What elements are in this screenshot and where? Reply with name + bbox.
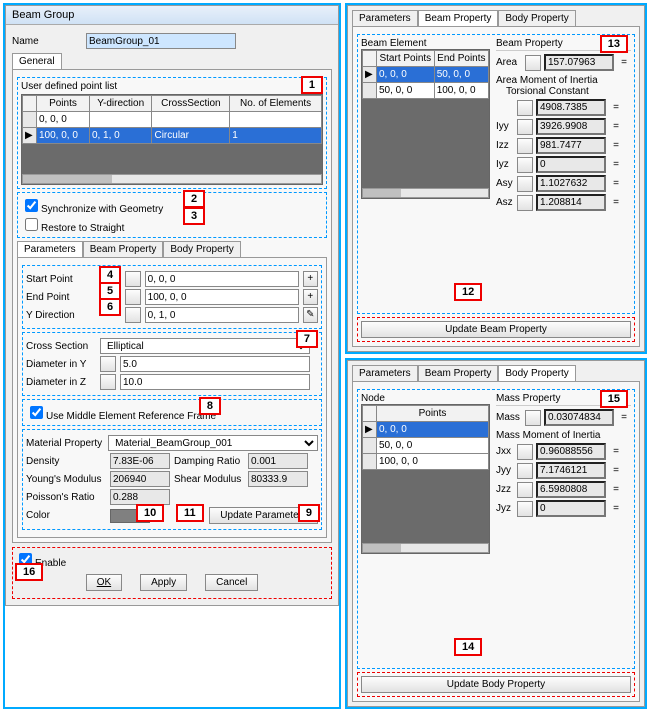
node-grid[interactable]: Points ▶0, 0, 0 50, 0, 0 100, 0, 0: [362, 405, 489, 470]
dia-z-input[interactable]: [120, 374, 310, 390]
table-row: ▶0, 0, 0: [363, 422, 489, 438]
callout-10: 10: [136, 504, 164, 522]
tab-beam-property[interactable]: Beam Property: [418, 10, 499, 26]
ok-button[interactable]: OK: [86, 574, 122, 591]
table-row: ▶0, 0, 050, 0, 0: [363, 67, 489, 83]
callout-2: 2: [183, 190, 205, 208]
young-input: [110, 471, 170, 487]
edit-icon[interactable]: ✎: [303, 307, 318, 323]
tab-body-property[interactable]: Body Property: [498, 10, 575, 26]
sync-checkbox[interactable]: Synchronize with Geometry: [21, 204, 163, 215]
callout-16: 16: [15, 563, 43, 581]
tab-parameters[interactable]: Parameters: [352, 10, 418, 26]
shear-label: Shear Modulus: [174, 474, 244, 485]
damping-label: Damping Ratio: [174, 456, 244, 467]
ydir-input[interactable]: [145, 307, 299, 323]
tab-beam-property[interactable]: Beam Property: [83, 241, 164, 257]
tab-general[interactable]: General: [12, 53, 62, 69]
tab-beam-property[interactable]: Beam Property: [418, 365, 499, 381]
start-point-input[interactable]: [145, 271, 299, 287]
dia-z-label: Diameter in Z: [26, 377, 96, 388]
picker-icon[interactable]: [125, 271, 140, 287]
apply-button[interactable]: Apply: [140, 574, 187, 591]
beam-element-grid[interactable]: Start PointsEnd Points ▶0, 0, 050, 0, 0 …: [362, 50, 489, 99]
callout-7: 7: [296, 330, 318, 348]
plus-icon[interactable]: +: [303, 289, 318, 305]
shear-input: [248, 471, 308, 487]
cross-section-label: Cross Section: [26, 341, 96, 352]
ami-label: Area Moment of Inertia: [496, 75, 631, 86]
callout-13: 13: [600, 35, 628, 53]
mass-label: Mass: [496, 412, 522, 423]
tab-body-property[interactable]: Body Property: [163, 241, 240, 257]
table-row: 50, 0, 0100, 0, 0: [363, 83, 489, 99]
density-label: Density: [26, 456, 106, 467]
material-label: Material Property: [26, 438, 104, 449]
table-row: ▶100, 0, 00, 1, 0Circular1: [23, 128, 322, 144]
cross-section-select[interactable]: Elliptical: [100, 338, 310, 354]
point-grid[interactable]: Points Y-direction CrossSection No. of E…: [22, 95, 322, 144]
callout-8: 8: [199, 397, 221, 415]
cancel-button[interactable]: Cancel: [205, 574, 258, 591]
young-label: Young's Modulus: [26, 474, 106, 485]
table-row: 50, 0, 0: [363, 438, 489, 454]
ydir-label: Y Direction: [26, 310, 93, 321]
picker-icon[interactable]: [517, 100, 533, 116]
damping-input: [248, 453, 308, 469]
mass-input: [544, 409, 614, 426]
tab-body-property[interactable]: Body Property: [498, 365, 575, 381]
plus-icon[interactable]: +: [303, 271, 318, 287]
picker-icon[interactable]: [100, 374, 116, 390]
picker-icon[interactable]: [525, 55, 541, 71]
picker-icon[interactable]: [100, 356, 116, 372]
name-label: Name: [12, 36, 82, 47]
tors-input: [536, 99, 606, 116]
callout-9: 9: [298, 504, 320, 522]
mmoi-label: Mass Moment of Inertia: [496, 430, 631, 441]
picker-icon[interactable]: [125, 307, 140, 323]
area-input: [544, 54, 614, 71]
end-point-label: End Point: [26, 292, 93, 303]
color-label: Color: [26, 510, 106, 521]
dialog-title: Beam Group: [6, 6, 338, 25]
callout-3: 3: [183, 207, 205, 225]
dia-y-input[interactable]: [120, 356, 310, 372]
callout-6: 6: [99, 298, 121, 316]
poisson-input: [110, 489, 170, 505]
callout-11: 11: [176, 504, 204, 522]
dia-y-label: Diameter in Y: [26, 359, 96, 370]
restore-checkbox[interactable]: Restore to Straight: [21, 223, 124, 234]
hscroll[interactable]: [362, 188, 489, 198]
beam-element-label: Beam Element: [361, 38, 490, 49]
table-row: 100, 0, 0: [363, 454, 489, 470]
callout-1: 1: [301, 76, 323, 94]
density-input: [110, 453, 170, 469]
area-label: Area: [496, 57, 522, 68]
update-beam-button[interactable]: Update Beam Property: [361, 321, 631, 338]
tab-parameters[interactable]: Parameters: [17, 241, 83, 257]
hscroll[interactable]: [22, 174, 322, 184]
node-label: Node: [361, 393, 490, 404]
callout-12: 12: [454, 283, 482, 301]
start-point-label: Start Point: [26, 274, 93, 285]
tab-parameters[interactable]: Parameters: [352, 365, 418, 381]
name-input[interactable]: [86, 33, 236, 49]
update-body-button[interactable]: Update Body Property: [361, 676, 631, 693]
use-middle-checkbox[interactable]: Use Middle Element Reference Frame: [26, 411, 216, 422]
hscroll[interactable]: [362, 543, 489, 553]
callout-14: 14: [454, 638, 482, 656]
table-row: 0, 0, 0: [23, 112, 322, 128]
tors-label: Torsional Constant: [506, 86, 631, 97]
material-select[interactable]: Material_BeamGroup_001: [108, 435, 318, 451]
poisson-label: Poisson's Ratio: [26, 492, 106, 503]
user-point-label: User defined point list: [21, 81, 323, 92]
callout-15: 15: [600, 390, 628, 408]
picker-icon[interactable]: [125, 289, 140, 305]
end-point-input[interactable]: [145, 289, 299, 305]
